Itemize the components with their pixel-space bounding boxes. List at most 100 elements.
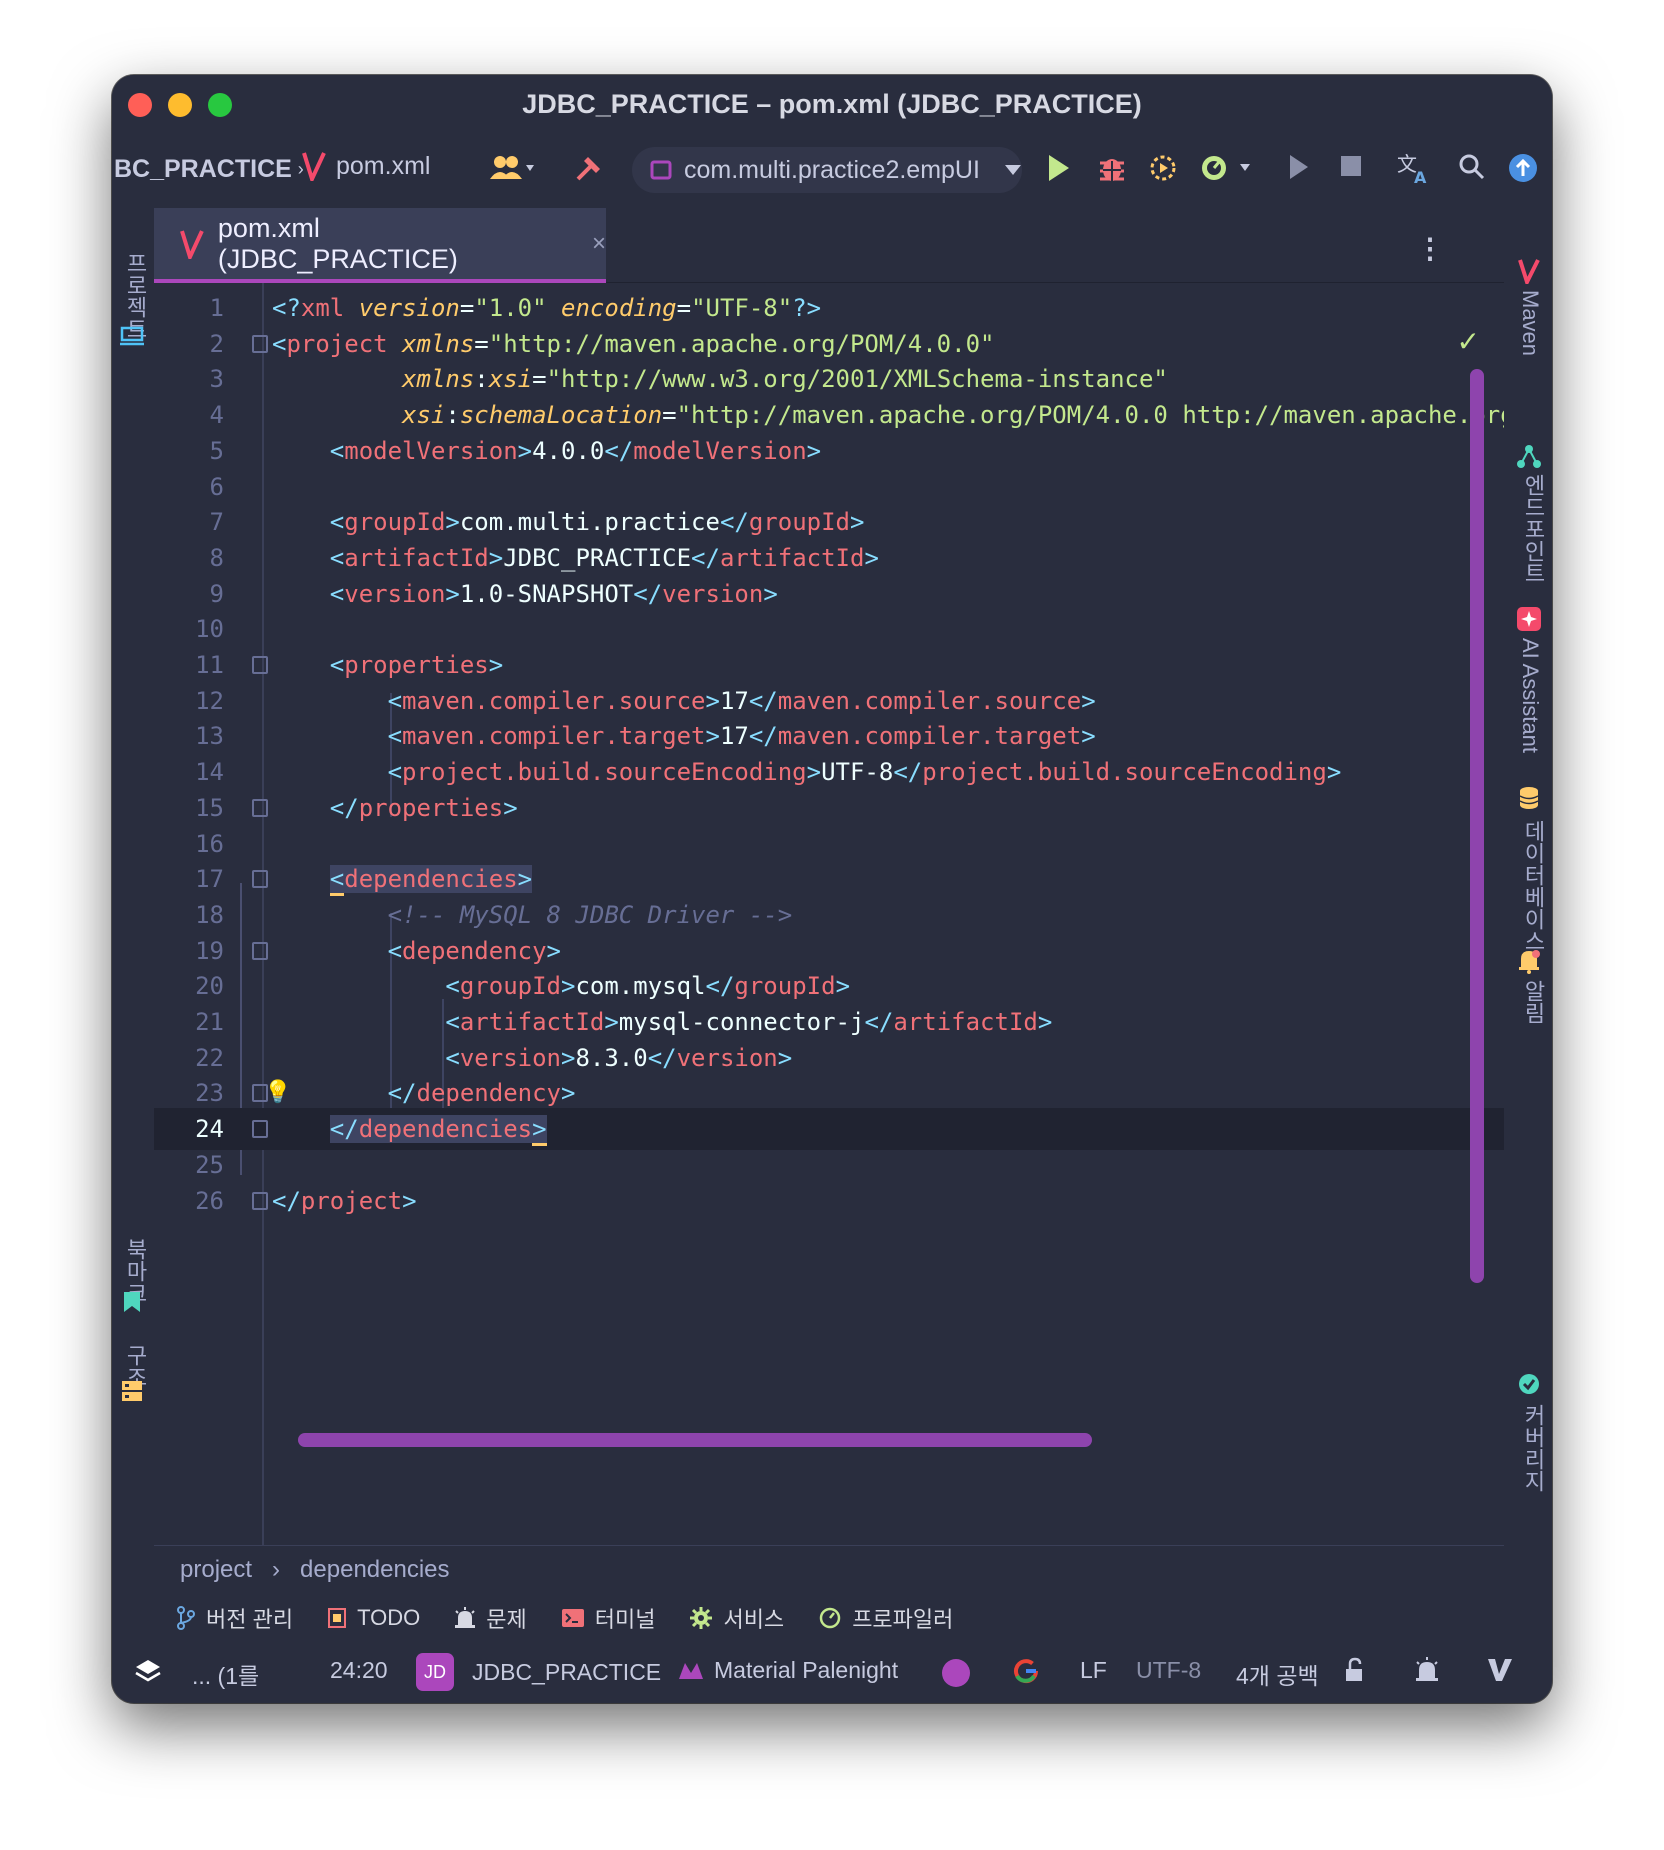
file-encoding[interactable]: UTF-8	[1136, 1657, 1201, 1684]
code-token: mysql-connector-j	[618, 1008, 865, 1036]
readonly-toggle[interactable]	[1344, 1657, 1366, 1683]
endpoints-icon	[1517, 445, 1541, 468]
code-token: <	[329, 543, 345, 572]
notifications-tool-button[interactable]: 알림	[1517, 980, 1549, 1024]
fold-marker-icon[interactable]	[252, 870, 268, 889]
code-token: project	[286, 329, 403, 358]
code-token: >	[850, 508, 865, 537]
code-token: JDBC_PRACTICE	[503, 543, 692, 572]
code-token: ?>	[792, 294, 822, 322]
code-token: schemaLocation	[459, 401, 663, 430]
database-tool-button[interactable]: 데이터베이스	[1517, 820, 1549, 952]
fold-marker-icon[interactable]	[252, 941, 268, 960]
git-branch-icon	[177, 1606, 195, 1630]
ide-update-button[interactable]	[1508, 153, 1538, 183]
code-token: =	[474, 329, 489, 358]
stop-icon	[1341, 156, 1361, 176]
vcs-tool-window-button[interactable]: 버전 관리	[176, 1602, 293, 1634]
code-token: >	[503, 793, 518, 822]
code-token: >	[561, 1079, 576, 1108]
problems-tool-window-button[interactable]: 문제	[454, 1602, 527, 1634]
terminal-tool-window-button[interactable]: 터미널	[561, 1602, 655, 1634]
run-button[interactable]	[1046, 153, 1072, 183]
translate-button[interactable]: 文A	[1396, 151, 1430, 185]
code-token: =	[662, 401, 677, 430]
build-hammer-button[interactable]	[574, 153, 604, 183]
indent-setting[interactable]: 4개 공백	[1236, 1657, 1319, 1691]
main-toolbar: BC_PRACTICE › pom.xml com.multi.practice…	[112, 133, 1552, 208]
vcs-users-button[interactable]	[490, 153, 538, 183]
code-token: artifactId	[344, 543, 489, 572]
tab-pom-xml[interactable]: pom.xml (JDBC_PRACTICE) ×	[154, 208, 606, 283]
google-plugin-button[interactable]	[1012, 1657, 1040, 1685]
ai-assistant-icon	[1517, 607, 1541, 631]
code-token: >	[546, 936, 561, 965]
coverage-tool-button[interactable]: 커버리지	[1517, 1404, 1549, 1492]
close-icon[interactable]: ×	[592, 230, 606, 258]
code-token: UTF-8	[821, 758, 894, 787]
code-token: <	[387, 686, 403, 715]
stop-button[interactable]	[1340, 155, 1362, 177]
code-token: 17	[719, 686, 749, 715]
check-icon: ✓	[1456, 326, 1480, 357]
inspections-button[interactable]	[1414, 1657, 1440, 1683]
ai-assistant-tool-button[interactable]: AI Assistant	[1517, 638, 1543, 753]
code-text: </project>	[272, 1180, 417, 1222]
code-token: <	[272, 329, 287, 358]
code-token: "1.0"	[474, 294, 562, 322]
more-vertical-icon[interactable]: ⋮	[1416, 232, 1444, 265]
code-token: "UTF-8"	[691, 294, 793, 322]
debug-button[interactable]	[1098, 153, 1126, 183]
theme-accent-dot[interactable]	[942, 1659, 970, 1687]
maven-tool-button[interactable]: Maven	[1517, 290, 1543, 356]
fold-marker-icon[interactable]	[252, 1120, 268, 1139]
code-line[interactable]: 26 </project>	[154, 1180, 1504, 1222]
horizontal-scrollbar[interactable]	[298, 1433, 1092, 1447]
breadcrumb-dependencies[interactable]: dependencies	[300, 1556, 449, 1584]
caret-position[interactable]: 24:20	[330, 1657, 388, 1684]
fold-marker-icon[interactable]	[252, 334, 268, 353]
layers-button[interactable]	[134, 1657, 162, 1685]
line-number[interactable]: 26	[154, 1180, 224, 1222]
search-everywhere-button[interactable]	[1458, 153, 1486, 181]
project-breadcrumb[interactable]: BC_PRACTICE ›	[114, 155, 304, 184]
vertical-scrollbar[interactable]	[1470, 369, 1484, 1283]
vim-plugin-button[interactable]	[1486, 1657, 1514, 1683]
code-token: </	[748, 686, 778, 715]
inspections-icon	[1416, 1657, 1438, 1681]
todo-tool-window-button[interactable]: TODO	[327, 1605, 420, 1631]
fold-marker-icon[interactable]	[252, 656, 268, 674]
database-icon	[1519, 787, 1539, 809]
fold-marker-icon[interactable]	[252, 798, 268, 817]
services-tool-window-button[interactable]: 서비스	[689, 1602, 784, 1634]
breadcrumb-project[interactable]: project	[180, 1556, 252, 1584]
coverage-run-button[interactable]	[1200, 153, 1260, 183]
run-secondary-button[interactable]	[1288, 153, 1310, 181]
background-tasks[interactable]: ... (1를	[192, 1657, 259, 1691]
code-token: 4.0.0	[532, 436, 605, 465]
profiler-tool-window-button[interactable]: 프로파일러	[818, 1602, 953, 1634]
endpoints-tool-button[interactable]: 엔드포인트	[1517, 474, 1549, 584]
code-token: </	[329, 1115, 359, 1144]
code-token: <	[445, 1043, 460, 1072]
code-token: >	[763, 579, 778, 608]
file-breadcrumb[interactable]: pom.xml	[302, 151, 430, 181]
code-token: version	[662, 579, 764, 608]
status-bar: ... (1를 24:20 JD JDBC_PRACTICE Material …	[112, 1643, 1552, 1703]
code-token: </	[748, 722, 778, 751]
structure-icon	[122, 1381, 142, 1401]
unlock-icon	[1346, 1657, 1362, 1681]
theme-selector[interactable]: Material Palenight	[678, 1657, 898, 1684]
profile-button[interactable]	[1148, 153, 1178, 183]
line-separator[interactable]: LF	[1080, 1657, 1107, 1684]
material-theme-icon	[679, 1662, 703, 1679]
fold-marker-icon[interactable]	[252, 1191, 268, 1210]
code-editor[interactable]: 1 <?xml version="1.0" encoding="UTF-8"?> 2…	[154, 283, 1504, 1545]
terminal-icon	[561, 1609, 584, 1627]
code-token: xmlns	[402, 365, 475, 394]
project-status[interactable]: JD JDBC_PRACTICE	[416, 1653, 661, 1691]
run-config-selector[interactable]: com.multi.practice2.empUI	[632, 147, 1022, 193]
